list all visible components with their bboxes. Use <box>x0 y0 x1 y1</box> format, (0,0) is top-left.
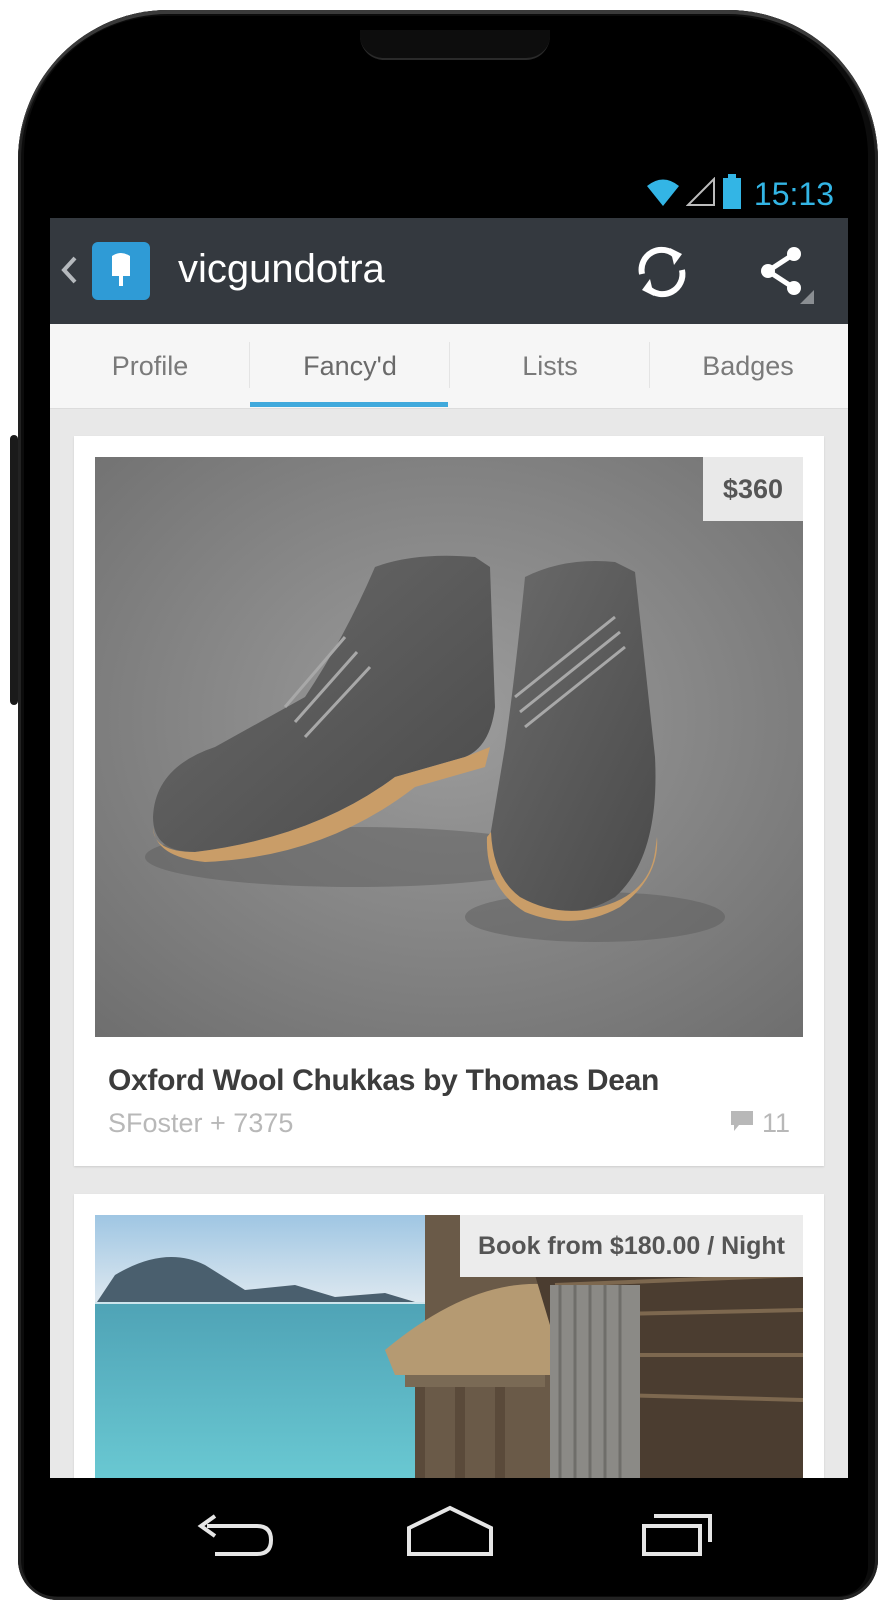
product-image[interactable]: $360 <box>95 457 803 1037</box>
status-time: 15:13 <box>753 175 834 212</box>
price-badge: $360 <box>702 457 803 521</box>
product-card[interactable]: Book from $180.00 / Night <box>74 1194 824 1478</box>
product-card[interactable]: $360 Oxford Wool Chukkas by Thomas Dean … <box>74 436 824 1166</box>
price-badge: Book from $180.00 / Night <box>459 1215 803 1277</box>
fancied-by-text[interactable]: SFoster + 7375 <box>108 1108 293 1139</box>
comment-icon <box>730 1108 754 1139</box>
share-icon[interactable] <box>750 240 816 306</box>
wifi-icon <box>646 177 680 212</box>
comment-count-label: 11 <box>761 1108 790 1138</box>
app-logo-icon[interactable] <box>92 242 150 300</box>
tab-active-indicator <box>250 402 448 407</box>
tab-bar: Profile Fancy'd Lists Badges <box>50 324 848 409</box>
tab-fancyd[interactable]: Fancy'd <box>250 324 450 408</box>
tab-badges[interactable]: Badges <box>648 324 848 408</box>
comment-count[interactable]: 11 <box>730 1108 790 1139</box>
tab-profile[interactable]: Profile <box>50 324 250 408</box>
screen: 15:13 vicgundotra Profile Fancy'd Lists … <box>50 168 848 1478</box>
volume-button <box>10 435 18 705</box>
earpiece-speaker <box>360 30 550 60</box>
back-icon[interactable] <box>175 1498 285 1568</box>
home-icon[interactable] <box>395 1498 505 1568</box>
back-chevron-icon[interactable] <box>58 254 80 286</box>
signal-icon <box>685 176 716 212</box>
battery-icon <box>722 173 742 215</box>
status-bar: 15:13 <box>50 168 848 218</box>
page-title: vicgundotra <box>178 247 385 291</box>
product-title[interactable]: Oxford Wool Chukkas by Thomas Dean <box>108 1064 659 1098</box>
tab-lists[interactable]: Lists <box>450 324 650 408</box>
navigation-bar <box>50 1478 848 1584</box>
recent-apps-icon[interactable] <box>620 1498 730 1568</box>
product-image[interactable]: Book from $180.00 / Night <box>95 1215 803 1478</box>
refresh-icon[interactable] <box>630 240 694 304</box>
action-bar: vicgundotra <box>50 218 848 324</box>
status-icons: 15:13 <box>646 173 834 215</box>
